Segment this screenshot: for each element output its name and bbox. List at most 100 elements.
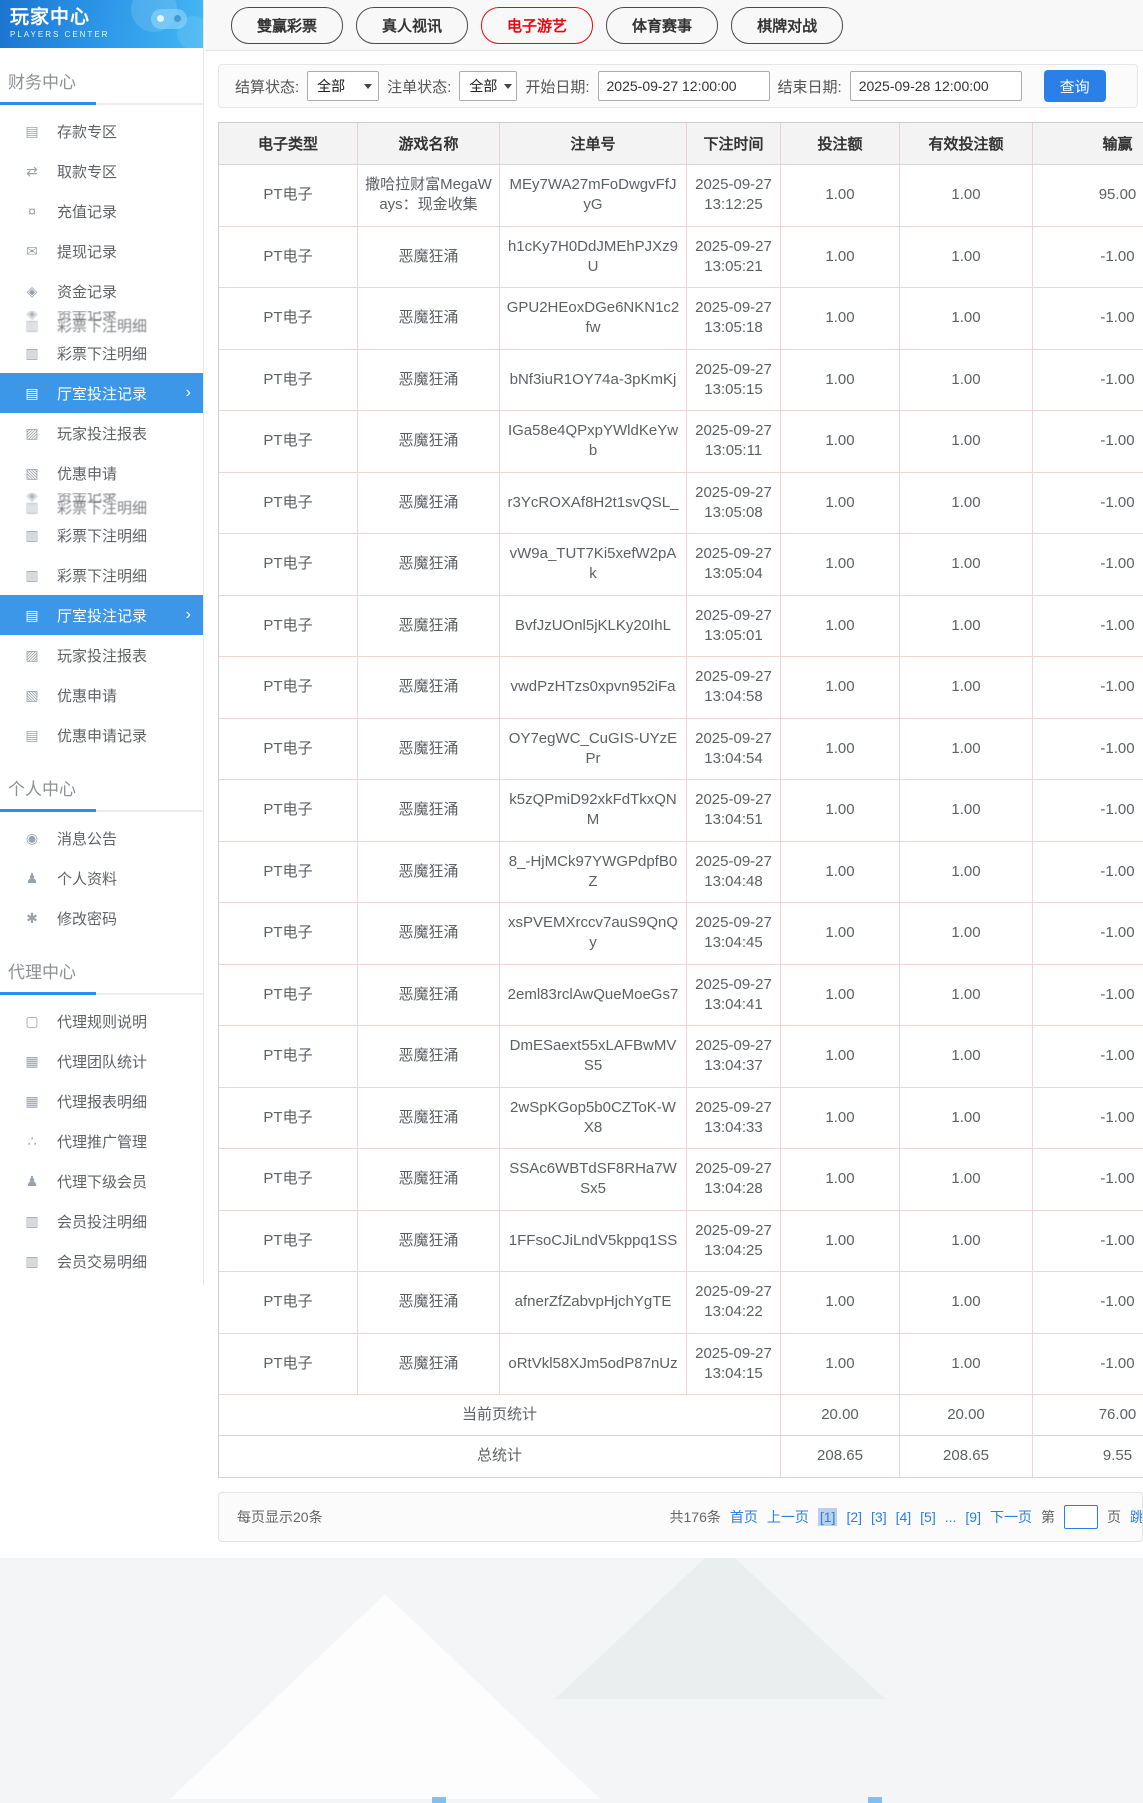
cell-order-id: xsPVEMXrccv7auS9QnQy bbox=[500, 903, 687, 965]
list-icon: ▥ bbox=[22, 527, 42, 544]
cell-valid-bet: 1.00 bbox=[900, 411, 1033, 473]
sidebar-item-label: 资金记录 bbox=[57, 281, 117, 302]
card-icon: ▤ bbox=[22, 123, 42, 140]
sidebar-item-优惠申请[interactable]: ▧优惠申请 bbox=[0, 453, 203, 493]
sidebar-item-个人资料[interactable]: ♟个人资料 bbox=[0, 858, 203, 898]
watermark-band bbox=[0, 1558, 1143, 1803]
share-icon: ∴ bbox=[22, 1133, 42, 1150]
table-row: PT电子恶魔狂涌2eml83rclAwQueMoeGs72025-09-27 1… bbox=[219, 965, 1143, 1027]
tab-棋牌对战[interactable]: 棋牌对战 bbox=[731, 7, 843, 44]
sidebar-item-label: 代理推广管理 bbox=[57, 1131, 147, 1152]
sidebar-item-彩票下注明细[interactable]: ▥彩票下注明细 bbox=[0, 555, 203, 595]
page-stats-valid-bet: 20.00 bbox=[900, 1395, 1033, 1436]
cell-time: 2025-09-27 13:05:18 bbox=[687, 288, 781, 350]
total-stats-valid-bet: 208.65 bbox=[900, 1436, 1033, 1477]
cell-winloss: -1.00 bbox=[1033, 1211, 1143, 1273]
section-title: 个人中心 bbox=[0, 767, 203, 812]
sidebar-item-优惠申请记录[interactable]: ▤优惠申请记录 bbox=[0, 715, 203, 755]
cell-order-id: r3YcROXAf8H2t1svQSL_ bbox=[500, 473, 687, 535]
page-link-2[interactable]: [2] bbox=[846, 1509, 862, 1525]
sidebar-item-存款专区[interactable]: ▤存款专区 bbox=[0, 111, 203, 151]
sidebar-item-会员交易明细[interactable]: ▥会员交易明细 bbox=[0, 1241, 203, 1281]
sidebar-item-充值记录[interactable]: ¤充值记录 bbox=[0, 191, 203, 231]
cell-game: 恶魔狂涌 bbox=[358, 411, 500, 473]
cell-valid-bet: 1.00 bbox=[900, 780, 1033, 842]
table-row: PT电子恶魔狂涌r3YcROXAf8H2t1svQSL_2025-09-27 1… bbox=[219, 473, 1143, 535]
cell-time: 2025-09-27 13:04:58 bbox=[687, 657, 781, 719]
cell-valid-bet: 1.00 bbox=[900, 165, 1033, 227]
query-button[interactable]: 查询 bbox=[1044, 70, 1106, 102]
cell-time: 2025-09-27 13:04:41 bbox=[687, 965, 781, 1027]
end-date-input[interactable] bbox=[850, 71, 1022, 101]
column-header-投注额: 投注额 bbox=[781, 123, 900, 165]
cell-winloss: -1.00 bbox=[1033, 473, 1143, 535]
sidebar-item-玩家投注报表[interactable]: ▨玩家投注报表 bbox=[0, 413, 203, 453]
sidebar-item-label: 优惠申请 bbox=[57, 685, 117, 706]
doclist-icon: ▥ bbox=[22, 1213, 42, 1230]
cell-winloss: -1.00 bbox=[1033, 227, 1143, 289]
cell-game: 恶魔狂涌 bbox=[358, 227, 500, 289]
cell-valid-bet: 1.00 bbox=[900, 965, 1033, 1027]
cell-time: 2025-09-27 13:04:33 bbox=[687, 1088, 781, 1150]
chevron-down-icon bbox=[364, 84, 372, 89]
page-link-1[interactable]: [1] bbox=[818, 1508, 838, 1526]
sidebar-item-代理报表明细[interactable]: ▦代理报表明细 bbox=[0, 1081, 203, 1121]
total-stats-row: 总统计 208.65 208.65 9.55 bbox=[219, 1436, 1143, 1477]
tab-电子游艺[interactable]: 电子游艺 bbox=[481, 7, 593, 44]
jump-button[interactable]: 跳转 bbox=[1130, 1507, 1143, 1527]
sidebar-item-代理推广管理[interactable]: ∴ 代理推广管理 bbox=[0, 1121, 203, 1161]
sidebar-item-消息公告[interactable]: ◉消息公告 bbox=[0, 818, 203, 858]
prev-page-link[interactable]: 上一页 bbox=[767, 1507, 809, 1527]
sidebar-item-取款专区[interactable]: ⇄取款专区 bbox=[0, 151, 203, 191]
cell-type: PT电子 bbox=[219, 350, 358, 412]
tab-雙赢彩票[interactable]: 雙赢彩票 bbox=[231, 7, 343, 44]
sidebar-item-代理团队统计[interactable]: ▦代理团队统计 bbox=[0, 1041, 203, 1081]
page-link-3[interactable]: [3] bbox=[871, 1509, 887, 1525]
cell-time: 2025-09-27 13:04:48 bbox=[687, 842, 781, 904]
jump-page-input[interactable] bbox=[1064, 1505, 1098, 1529]
cell-order-id: 1FFsoCJiLndV5kppq1SS bbox=[500, 1211, 687, 1273]
nav-section-list: ▤存款专区⇄取款专区¤充值记录✉提现记录◈资金记录◈资金记录▥彩票下注明细▥彩票… bbox=[0, 105, 203, 755]
page-stats-bet: 20.00 bbox=[781, 1395, 900, 1436]
sidebar-item-厅室投注记录[interactable]: ▤厅室投注记录› bbox=[0, 373, 203, 413]
sidebar-item-label: 消息公告 bbox=[57, 828, 117, 849]
page-link-4[interactable]: [4] bbox=[896, 1509, 912, 1525]
gamepad-icon bbox=[151, 9, 187, 29]
page-link-5[interactable]: [5] bbox=[920, 1509, 936, 1525]
sidebar-item-彩票下注明细[interactable]: ▥彩票下注明细 bbox=[0, 515, 203, 555]
sidebar-item-代理下级会员[interactable]: ♟代理下级会员 bbox=[0, 1161, 203, 1201]
next-page-link[interactable]: 下一页 bbox=[990, 1507, 1032, 1527]
sidebar-item-彩票下注明细[interactable]: ▥彩票下注明细 bbox=[0, 333, 203, 373]
brand-subtitle: PLAYERS CENTER bbox=[10, 30, 203, 39]
sidebar-item-优惠申请[interactable]: ▧优惠申请 bbox=[0, 675, 203, 715]
cell-time: 2025-09-27 13:04:45 bbox=[687, 903, 781, 965]
cell-order-id: vW9a_TUT7Ki5xefW2pAk bbox=[500, 534, 687, 596]
settle-status-select[interactable]: 全部 bbox=[307, 71, 379, 101]
cell-game: 恶魔狂涌 bbox=[358, 1272, 500, 1334]
sidebar-item-label: 修改密码 bbox=[57, 908, 117, 929]
order-status-select[interactable]: 全部 bbox=[459, 71, 517, 101]
sidebar-item-玩家投注报表[interactable]: ▨玩家投注报表 bbox=[0, 635, 203, 675]
sidebar-item-代理规则说明[interactable]: ▢代理规则说明 bbox=[0, 1001, 203, 1041]
sidebar-item-厅室投注记录[interactable]: ▤厅室投注记录› bbox=[0, 595, 203, 635]
sidebar-item-label: 会员交易明细 bbox=[57, 1251, 147, 1272]
sidebar-item-修改密码[interactable]: ✱修改密码 bbox=[0, 898, 203, 938]
tab-真人视讯[interactable]: 真人视讯 bbox=[356, 7, 468, 44]
list-icon: ▥ bbox=[22, 499, 42, 515]
cell-winloss: -1.00 bbox=[1033, 1334, 1143, 1396]
cell-type: PT电子 bbox=[219, 780, 358, 842]
sidebar-item-提现记录[interactable]: ✉提现记录 bbox=[0, 231, 203, 271]
start-date-input[interactable] bbox=[598, 71, 770, 101]
cell-type: PT电子 bbox=[219, 165, 358, 227]
tab-体育赛事[interactable]: 体育赛事 bbox=[606, 7, 718, 44]
hand-icon: ⇄ bbox=[22, 163, 42, 180]
sidebar-item-会员投注明细[interactable]: ▥会员投注明细 bbox=[0, 1201, 203, 1241]
cell-game: 恶魔狂涌 bbox=[358, 842, 500, 904]
cell-type: PT电子 bbox=[219, 596, 358, 658]
first-page-link[interactable]: 首页 bbox=[730, 1507, 758, 1527]
page-link-9[interactable]: [9] bbox=[965, 1509, 981, 1525]
cell-winloss: -1.00 bbox=[1033, 350, 1143, 412]
cell-valid-bet: 1.00 bbox=[900, 903, 1033, 965]
table-row: PT电子恶魔狂涌afnerZfZabvpHjchYgTE2025-09-27 1… bbox=[219, 1272, 1143, 1334]
sidebar-item-资金记录[interactable]: ◈资金记录 bbox=[0, 271, 203, 311]
